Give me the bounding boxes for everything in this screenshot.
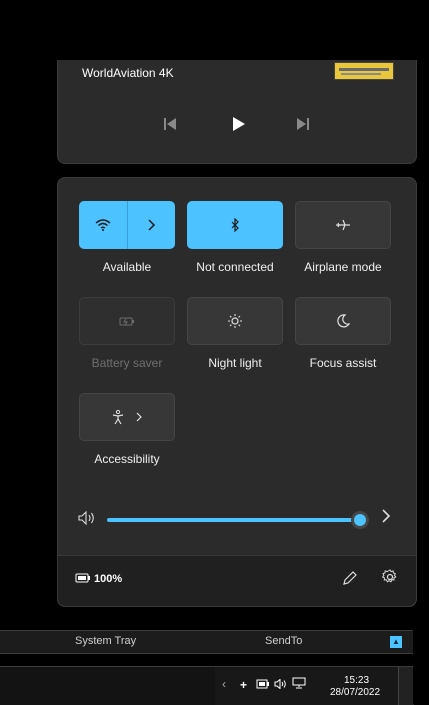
edit-quick-settings-button[interactable] bbox=[342, 570, 358, 590]
accessibility-icon bbox=[112, 409, 124, 425]
bluetooth-label: Not connected bbox=[196, 260, 274, 274]
clock-date[interactable]: 28/07/2022 bbox=[330, 687, 380, 698]
volume-mute-button[interactable] bbox=[78, 510, 96, 528]
previous-track-icon bbox=[164, 118, 176, 130]
wifi-icon bbox=[95, 219, 111, 231]
expand-up-icon: ▲ bbox=[392, 637, 400, 646]
airplane-mode-label: Airplane mode bbox=[304, 260, 382, 274]
quick-settings-panel: Available Not connected Airplane mode Ba… bbox=[57, 177, 417, 607]
battery-saver-label: Battery saver bbox=[91, 356, 163, 370]
bluetooth-toggle[interactable] bbox=[187, 201, 283, 249]
chevron-left-icon: ‹ bbox=[222, 677, 226, 691]
plus-icon: + bbox=[240, 678, 248, 692]
battery-percentage: 100% bbox=[94, 573, 123, 585]
toolbar-expand-button[interactable]: ▲ bbox=[390, 636, 402, 648]
focus-assist-label: Focus assist bbox=[309, 356, 377, 370]
wifi-toggle-button[interactable] bbox=[79, 201, 127, 249]
speaker-icon bbox=[78, 510, 94, 526]
battery-saver-icon bbox=[119, 317, 134, 326]
accessibility-button[interactable] bbox=[79, 393, 175, 441]
taskbar-toolbar: System Tray SendTo ▲ bbox=[0, 630, 413, 654]
chevron-right-icon bbox=[148, 219, 156, 231]
media-thumbnail[interactable] bbox=[334, 62, 394, 80]
toolbar-sendto[interactable]: SendTo bbox=[265, 635, 302, 647]
previous-track-button[interactable] bbox=[158, 112, 182, 136]
wifi-label: Available bbox=[102, 260, 152, 274]
wifi-more-button[interactable] bbox=[127, 201, 175, 249]
wifi-toggle[interactable] bbox=[79, 201, 175, 249]
night-light-label: Night light bbox=[208, 356, 262, 370]
chevron-right-icon bbox=[136, 412, 142, 422]
clock-time[interactable]: 15:23 bbox=[344, 675, 369, 686]
quick-settings-footer: 100% bbox=[58, 555, 416, 606]
network-icon bbox=[292, 677, 306, 689]
show-hidden-icons-button[interactable]: ‹ bbox=[222, 677, 226, 691]
volume-slider-track[interactable] bbox=[107, 518, 360, 522]
battery-icon bbox=[256, 679, 269, 689]
chevron-right-icon bbox=[382, 509, 391, 523]
audio-output-button[interactable] bbox=[381, 509, 391, 528]
tray-add-button[interactable]: + bbox=[240, 678, 247, 692]
toolbar-system-tray[interactable]: System Tray bbox=[75, 635, 136, 647]
media-title: WorldAviation 4K bbox=[82, 66, 174, 80]
play-button[interactable] bbox=[226, 112, 250, 136]
airplane-icon bbox=[336, 219, 350, 231]
media-panel: WorldAviation 4K bbox=[57, 60, 417, 164]
quick-settings-tray-button[interactable] bbox=[256, 677, 306, 692]
pencil-icon bbox=[343, 571, 357, 585]
battery-button[interactable] bbox=[75, 572, 91, 586]
accessibility-label: Accessibility bbox=[94, 452, 160, 466]
battery-saver-toggle[interactable] bbox=[79, 297, 175, 345]
night-light-toggle[interactable] bbox=[187, 297, 283, 345]
taskbar: ‹ + 15:23 28/07/2022 bbox=[0, 666, 414, 705]
screen-edge bbox=[413, 630, 429, 704]
next-track-icon bbox=[297, 118, 309, 130]
taskbar-app-area[interactable] bbox=[0, 667, 215, 705]
focus-assist-toggle[interactable] bbox=[295, 297, 391, 345]
bluetooth-icon bbox=[231, 218, 239, 232]
airplane-mode-toggle[interactable] bbox=[295, 201, 391, 249]
next-track-button[interactable] bbox=[291, 112, 315, 136]
volume-slider-thumb[interactable] bbox=[353, 514, 366, 526]
moon-icon bbox=[337, 314, 350, 328]
sun-icon bbox=[228, 314, 242, 328]
gear-icon bbox=[381, 569, 397, 583]
show-desktop-button[interactable] bbox=[398, 667, 414, 705]
play-icon bbox=[233, 117, 245, 131]
settings-button[interactable] bbox=[381, 569, 398, 590]
speaker-icon bbox=[274, 678, 286, 690]
battery-charging-icon bbox=[75, 573, 90, 583]
